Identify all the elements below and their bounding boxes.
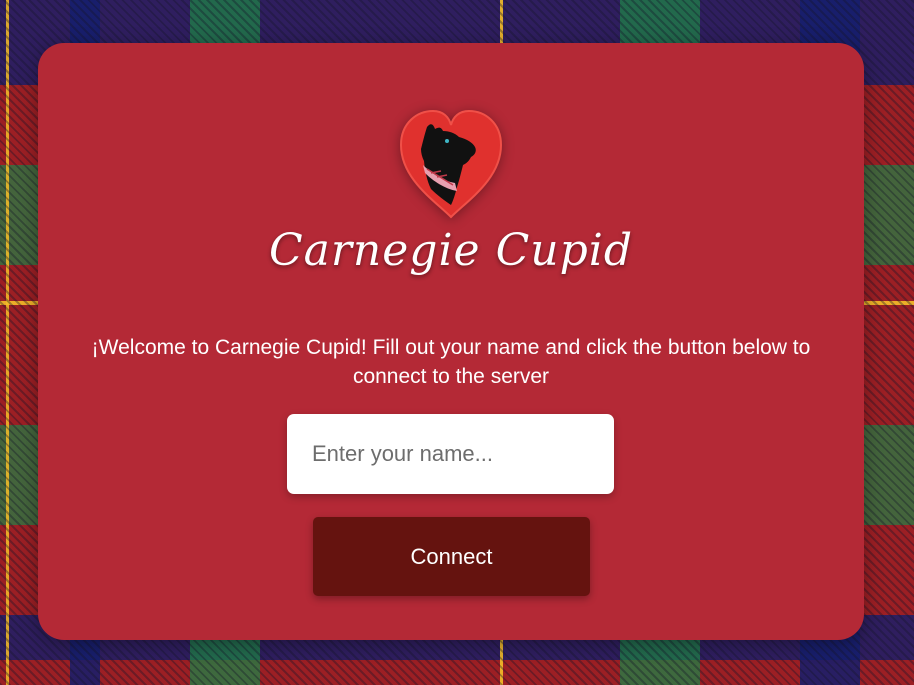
welcome-card: Carnegie Cupid ¡Welcome to Carnegie Cupi… (38, 43, 864, 640)
scottie-dog-heart-icon (399, 109, 503, 219)
plaid-background: { "app": { "title": "Carnegie Cupid", "l… (0, 0, 914, 685)
connect-button[interactable]: Connect (313, 517, 590, 596)
app-title: Carnegie Cupid (269, 225, 633, 276)
welcome-message: ¡Welcome to Carnegie Cupid! Fill out you… (91, 336, 811, 388)
name-input[interactable] (287, 414, 614, 494)
